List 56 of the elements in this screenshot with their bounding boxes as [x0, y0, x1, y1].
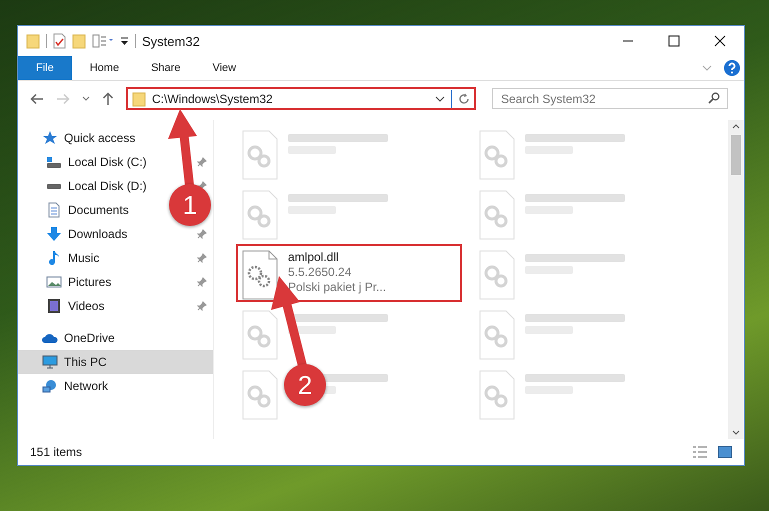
sidebar-item[interactable]: Pictures — [18, 270, 112, 294]
view-options-icon[interactable] — [92, 34, 114, 48]
sidebar-item[interactable]: Local Disk (D:) — [18, 174, 147, 198]
close-icon[interactable] — [714, 35, 726, 47]
recent-dropdown-icon[interactable] — [82, 96, 90, 101]
refresh-icon[interactable] — [458, 92, 470, 104]
sidebar-item[interactable]: OneDrive — [18, 326, 115, 350]
thumbnail-view-icon[interactable] — [718, 446, 732, 458]
sidebar-item[interactable]: This PC — [18, 350, 213, 374]
chevron-down-icon[interactable] — [435, 96, 445, 102]
properties-icon[interactable] — [53, 33, 66, 49]
drive-icon — [46, 183, 62, 189]
item-count: 151 items — [30, 445, 82, 459]
pin-icon[interactable] — [197, 229, 207, 239]
ribbon-tab[interactable]: View — [198, 56, 250, 80]
ribbon-tab[interactable]: Share — [137, 56, 194, 80]
back-arrow-icon[interactable] — [30, 92, 44, 104]
up-arrow-icon[interactable] — [102, 92, 114, 106]
sidebar-item[interactable]: Downloads — [18, 222, 128, 246]
drive-icon — [46, 156, 62, 168]
sidebar-item[interactable]: Local Disk (C:) — [18, 150, 147, 174]
file-item[interactable]: amlpol.dll 5.5.2650.24 Polski pakiet j Pr... — [236, 244, 462, 302]
pin-icon[interactable] — [197, 157, 207, 167]
pin-icon[interactable] — [197, 301, 207, 311]
ribbon-tab[interactable]: Home — [76, 56, 134, 80]
gear-file-icon — [242, 250, 278, 300]
network-icon — [42, 379, 58, 393]
pin-icon[interactable] — [197, 277, 207, 287]
sidebar-item[interactable]: Network — [18, 374, 108, 398]
scroll-thumb[interactable] — [731, 135, 741, 175]
music-note-icon — [46, 250, 62, 266]
picture-icon — [46, 274, 62, 290]
down-arrow-icon — [46, 226, 62, 242]
details-view-icon[interactable] — [692, 445, 708, 459]
address-bar[interactable]: C:\Windows\System32 — [126, 87, 476, 110]
cloud-icon — [42, 331, 58, 345]
pc-icon — [42, 355, 58, 369]
ribbon-tab[interactable]: File — [18, 56, 72, 80]
scroll-up-icon[interactable] — [732, 124, 740, 129]
search-field[interactable]: Search System32 — [492, 88, 728, 109]
scrollbar[interactable] — [728, 120, 744, 439]
folder-icon — [132, 90, 146, 106]
film-icon — [46, 298, 62, 314]
pin-icon[interactable] — [197, 253, 207, 263]
document-icon — [46, 202, 62, 218]
maximize-icon[interactable] — [668, 35, 680, 47]
search-icon — [708, 92, 720, 104]
sidebar-item[interactable]: Quick access — [18, 126, 136, 150]
sidebar-item[interactable]: Music — [18, 246, 100, 270]
help-icon[interactable] — [724, 60, 740, 76]
scroll-down-icon[interactable] — [732, 430, 740, 435]
star-icon — [42, 131, 58, 145]
sidebar-item[interactable]: Documents — [18, 198, 129, 222]
dropdown-icon[interactable] — [120, 36, 129, 46]
window-title: System32 — [142, 34, 200, 48]
sidebar-item[interactable]: Videos — [18, 294, 104, 318]
